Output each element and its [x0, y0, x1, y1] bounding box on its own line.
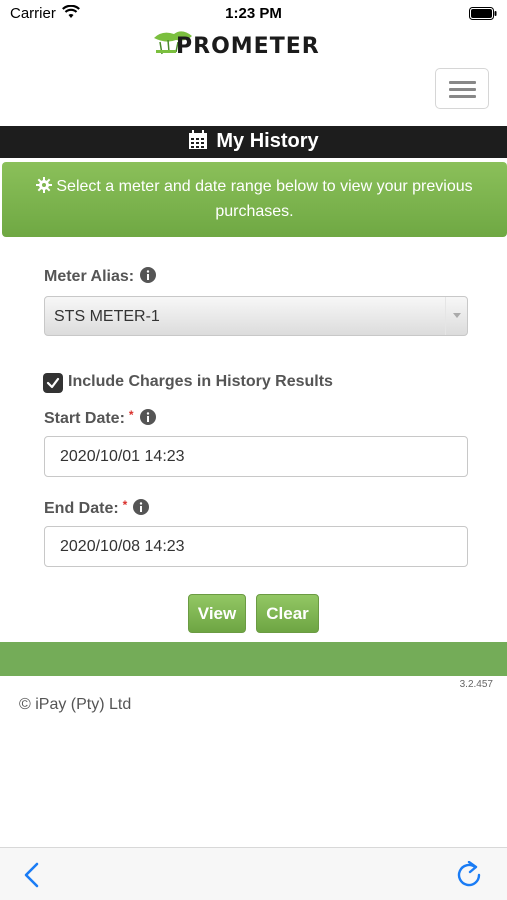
- clear-button[interactable]: Clear: [256, 594, 319, 633]
- start-date-input[interactable]: 2020/10/01 14:23: [44, 436, 468, 477]
- info-icon[interactable]: [140, 267, 157, 283]
- caret-down-icon: [453, 313, 461, 318]
- include-charges-label[interactable]: Include Charges in History Results: [68, 373, 333, 391]
- status-bar: Carrier 1:23 PM: [0, 0, 507, 28]
- clock: 1:23 PM: [225, 5, 282, 22]
- view-button[interactable]: View: [188, 594, 246, 633]
- info-icon[interactable]: [133, 499, 150, 515]
- info-icon[interactable]: [139, 409, 156, 425]
- start-date-label: Start Date: *: [44, 408, 156, 428]
- gear-icon: [36, 177, 53, 193]
- chevron-left-icon[interactable]: [22, 862, 42, 888]
- meter-alias-label: Meter Alias:: [44, 267, 157, 286]
- required-marker: *: [122, 498, 128, 512]
- required-marker: *: [128, 408, 134, 422]
- version-label: 3.2.457: [459, 679, 493, 690]
- page-title: My History: [216, 130, 319, 152]
- info-alert: Select a meter and date range below to v…: [2, 162, 507, 237]
- meter-alias-value: STS METER-1: [54, 308, 160, 325]
- page-title-bar: My History: [0, 126, 507, 158]
- end-date-input[interactable]: 2020/10/08 14:23: [44, 526, 468, 567]
- browser-toolbar: [0, 847, 507, 900]
- logo-text: PROMETER: [176, 34, 320, 59]
- hamburger-menu-icon: [449, 81, 476, 84]
- refresh-icon[interactable]: [455, 861, 483, 889]
- end-date-value: 2020/10/08 14:23: [60, 538, 185, 555]
- checkmark-icon: [46, 377, 60, 389]
- hamburger-menu-button[interactable]: [435, 68, 489, 109]
- alert-text: Select a meter and date range below to v…: [56, 178, 473, 220]
- dropdown-arrow[interactable]: [445, 297, 467, 335]
- include-charges-checkbox[interactable]: [43, 373, 63, 393]
- calendar-icon: [189, 130, 208, 149]
- battery-icon: [469, 7, 497, 20]
- copyright-text: © iPay (Pty) Ltd: [19, 696, 132, 713]
- app-header: PROMETER: [0, 28, 507, 126]
- start-date-value: 2020/10/01 14:23: [60, 448, 185, 465]
- footer-band: [0, 642, 507, 676]
- end-date-label: End Date: *: [44, 498, 150, 518]
- meter-alias-select[interactable]: STS METER-1: [44, 296, 468, 336]
